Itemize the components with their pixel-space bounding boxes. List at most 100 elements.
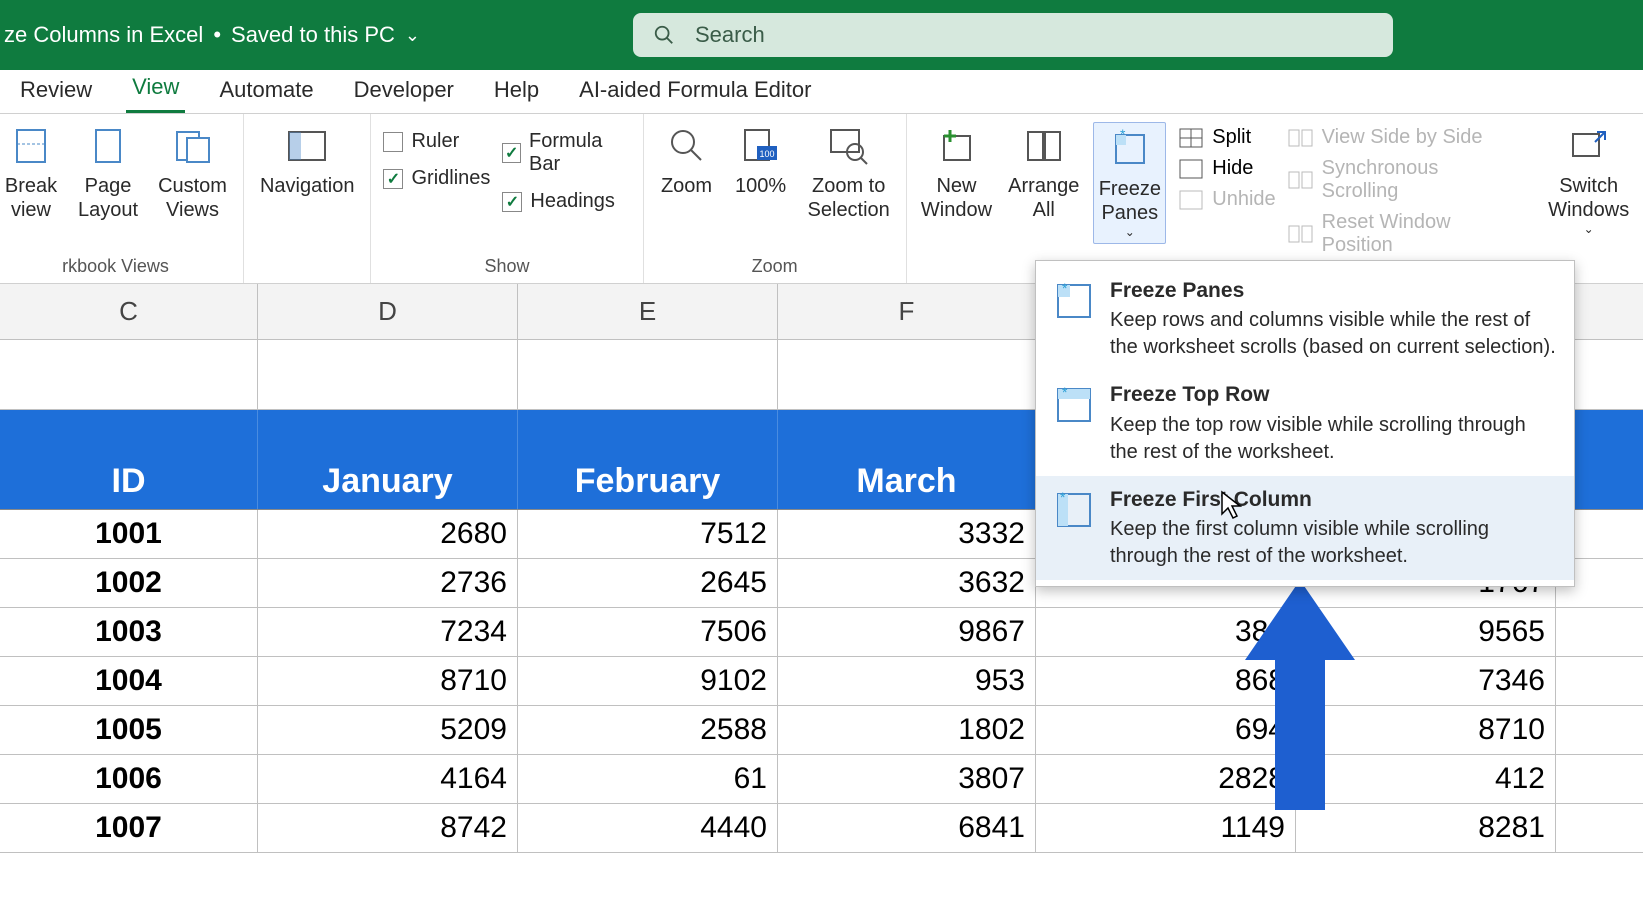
table-row[interactable]: 100641646138072828412 — [0, 755, 1643, 804]
cell[interactable]: 4164 — [258, 755, 518, 803]
tab-developer[interactable]: Developer — [348, 71, 460, 113]
cell[interactable]: 7512 — [518, 510, 778, 558]
reset-window-button: Reset Window Position — [1288, 211, 1515, 257]
cell[interactable]: 61 — [518, 755, 778, 803]
new-window-icon — [934, 124, 978, 168]
page-break-icon — [9, 124, 53, 168]
headings-checkbox[interactable]: Headings — [502, 190, 630, 213]
page-layout-button[interactable]: Page Layout — [74, 122, 142, 224]
cell[interactable]: 3332 — [778, 510, 1036, 558]
column-header-c[interactable]: C — [0, 284, 258, 339]
chevron-down-icon[interactable]: ⌄ — [405, 25, 420, 46]
svg-text:*: * — [1062, 385, 1068, 400]
column-header-f[interactable]: F — [778, 284, 1036, 339]
cell[interactable]: 7506 — [518, 608, 778, 656]
cell[interactable]: 2645 — [518, 559, 778, 607]
hide-button[interactable]: Hide — [1178, 157, 1275, 180]
ruler-checkbox[interactable]: Ruler — [383, 130, 490, 153]
freeze-panes-option[interactable]: * Freeze PanesKeep rows and columns visi… — [1036, 267, 1574, 371]
cell[interactable]: 8281 — [1296, 804, 1556, 852]
custom-views-button[interactable]: Custom Views — [154, 122, 231, 224]
arrange-all-icon — [1022, 124, 1066, 168]
cell[interactable]: 2680 — [258, 510, 518, 558]
cell[interactable]: 3632 — [778, 559, 1036, 607]
tab-view[interactable]: View — [126, 68, 185, 113]
reset-pos-icon — [1288, 223, 1314, 245]
filename: ze Columns in Excel — [4, 22, 203, 48]
side-by-side-icon — [1288, 127, 1314, 149]
cell[interactable]: 8710 — [258, 657, 518, 705]
cell[interactable]: 9102 — [518, 657, 778, 705]
svg-text:*: * — [1060, 490, 1066, 505]
zoom-100-button[interactable]: 100 100% — [730, 122, 792, 200]
cell-id[interactable]: 1001 — [0, 510, 258, 558]
sync-scrolling-button: Synchronous Scrolling — [1288, 157, 1515, 203]
arrange-all-button[interactable]: Arrange All — [1006, 122, 1081, 224]
freeze-panes-button[interactable]: * Freeze Panes ⌄ — [1093, 122, 1166, 244]
cell[interactable]: 7234 — [258, 608, 518, 656]
cell[interactable]: 3807 — [778, 755, 1036, 803]
cell[interactable]: 2588 — [518, 706, 778, 754]
freeze-first-column-option[interactable]: * Freeze First ColumnKeep the first colu… — [1036, 476, 1574, 580]
freeze-top-row-icon: * — [1054, 385, 1094, 425]
zoom-to-selection-button[interactable]: Zoom to Selection — [804, 122, 894, 224]
svg-text:*: * — [1120, 129, 1126, 142]
group-label-show: Show — [383, 252, 630, 279]
cell[interactable]: 1802 — [778, 706, 1036, 754]
cell[interactable]: 9867 — [778, 608, 1036, 656]
column-header-e[interactable]: E — [518, 284, 778, 339]
svg-text:*: * — [1062, 281, 1068, 296]
cell[interactable]: 2736 — [258, 559, 518, 607]
chevron-down-icon: ⌄ — [1584, 222, 1594, 236]
cell-id[interactable]: 1002 — [0, 559, 258, 607]
gridlines-checkbox[interactable]: Gridlines — [383, 167, 490, 190]
save-status: Saved to this PC — [231, 22, 395, 48]
table-row[interactable]: 1004871091029538687346 — [0, 657, 1643, 706]
cell[interactable]: 8742 — [258, 804, 518, 852]
header-march: March — [778, 410, 1036, 509]
search-input[interactable]: Search — [633, 13, 1393, 57]
custom-views-icon — [171, 124, 215, 168]
cell[interactable]: 4440 — [518, 804, 778, 852]
table-row[interactable]: 100787424440684111498281 — [0, 804, 1643, 853]
cell[interactable]: 953 — [778, 657, 1036, 705]
page-layout-icon — [86, 124, 130, 168]
cell[interactable]: 6841 — [778, 804, 1036, 852]
cell-id[interactable]: 1004 — [0, 657, 258, 705]
tab-help[interactable]: Help — [488, 71, 545, 113]
unhide-button: Unhide — [1178, 188, 1275, 211]
switch-windows-button[interactable]: Switch Windows ⌄ — [1546, 122, 1631, 238]
unhide-icon — [1178, 189, 1204, 211]
cell[interactable]: 5209 — [258, 706, 518, 754]
freeze-panes-icon: * — [1108, 127, 1152, 171]
search-placeholder: Search — [695, 22, 765, 48]
header-id: ID — [0, 410, 258, 509]
page-break-view-button[interactable]: Break view — [0, 122, 62, 224]
file-title[interactable]: ze Columns in Excel • Saved to this PC ⌄ — [0, 22, 420, 48]
group-label-zoom: Zoom — [656, 252, 894, 279]
zoom-button[interactable]: Zoom — [656, 122, 718, 200]
cell-id[interactable]: 1005 — [0, 706, 258, 754]
table-row[interactable]: 10055209258818026948710 — [0, 706, 1643, 755]
freeze-top-row-option[interactable]: * Freeze Top RowKeep the top row visible… — [1036, 371, 1574, 475]
hide-icon — [1178, 158, 1204, 180]
tab-review[interactable]: Review — [14, 71, 98, 113]
column-header-d[interactable]: D — [258, 284, 518, 339]
titlebar: ze Columns in Excel • Saved to this PC ⌄… — [0, 0, 1643, 70]
zoom-icon — [665, 124, 709, 168]
navigation-button[interactable]: Navigation — [256, 122, 359, 200]
new-window-button[interactable]: New Window — [919, 122, 994, 224]
chevron-down-icon: ⌄ — [1125, 225, 1135, 239]
cell[interactable]: 1149 — [1036, 804, 1296, 852]
view-side-by-side-button: View Side by Side — [1288, 126, 1515, 149]
cell-id[interactable]: 1006 — [0, 755, 258, 803]
header-february: February — [518, 410, 778, 509]
cell-id[interactable]: 1007 — [0, 804, 258, 852]
tab-ai-formula[interactable]: AI-aided Formula Editor — [573, 71, 817, 113]
tab-automate[interactable]: Automate — [213, 71, 319, 113]
freeze-panes-icon: * — [1054, 281, 1094, 321]
table-row[interactable]: 10037234750698673849565 — [0, 608, 1643, 657]
cell-id[interactable]: 1003 — [0, 608, 258, 656]
formula-bar-checkbox[interactable]: Formula Bar — [502, 130, 630, 176]
split-button[interactable]: Split — [1178, 126, 1275, 149]
